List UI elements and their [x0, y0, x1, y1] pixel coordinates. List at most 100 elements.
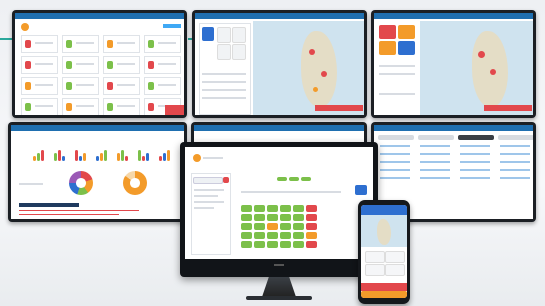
- logo-icon: [193, 154, 201, 162]
- dashboard-panel-summary-map: [371, 10, 536, 118]
- status-cell[interactable]: [241, 241, 252, 248]
- list-row: [202, 73, 246, 75]
- map-area[interactable]: [253, 21, 364, 115]
- list-row: [420, 153, 450, 155]
- monitor-icon: [180, 142, 378, 277]
- map-marker[interactable]: [478, 51, 485, 58]
- status-cell[interactable]: [241, 205, 252, 212]
- status-cell[interactable]: [267, 232, 278, 239]
- status-tile[interactable]: [232, 27, 246, 43]
- status-cell[interactable]: [267, 241, 278, 248]
- status-cell[interactable]: [241, 232, 252, 239]
- device-status-icon: [66, 82, 72, 90]
- map-area[interactable]: [420, 21, 533, 115]
- list-header[interactable]: [498, 135, 533, 140]
- status-tile[interactable]: [232, 44, 246, 60]
- status-cell[interactable]: [293, 241, 304, 248]
- list-row: [202, 97, 246, 99]
- status-tile[interactable]: [217, 27, 231, 43]
- bar-mark: [104, 150, 107, 161]
- dashboard-panel-device-grid: [12, 10, 187, 118]
- screen: [11, 125, 184, 219]
- status-tile[interactable]: [202, 27, 214, 41]
- status-cell[interactable]: [241, 223, 252, 230]
- status-tile[interactable]: [385, 251, 405, 263]
- map-marker[interactable]: [313, 87, 318, 92]
- status-cell[interactable]: [254, 205, 265, 212]
- list-header[interactable]: [458, 135, 494, 140]
- filter-chip[interactable]: [289, 177, 299, 181]
- status-cell[interactable]: [293, 205, 304, 212]
- bar-mark: [146, 153, 149, 161]
- bar-mark: [100, 153, 103, 161]
- list-row: [460, 177, 490, 179]
- device-label: [35, 42, 53, 44]
- status-cell[interactable]: [306, 232, 317, 239]
- status-tile[interactable]: [365, 251, 385, 263]
- status-tile[interactable]: [385, 264, 405, 276]
- screen: [15, 13, 184, 115]
- map-area[interactable]: [361, 215, 407, 247]
- status-tile[interactable]: [365, 264, 385, 276]
- filter-chip[interactable]: [277, 177, 287, 181]
- bar-mark: [75, 150, 78, 161]
- device-status-icon: [148, 40, 154, 48]
- status-cell[interactable]: [293, 223, 304, 230]
- summary-tile[interactable]: [398, 41, 415, 55]
- side-panel: [191, 173, 231, 255]
- map-marker[interactable]: [309, 49, 315, 55]
- status-cell[interactable]: [306, 214, 317, 221]
- list-header[interactable]: [418, 135, 454, 140]
- action-button[interactable]: [355, 185, 367, 195]
- device-label: [76, 63, 94, 65]
- status-cell[interactable]: [306, 241, 317, 248]
- status-cell[interactable]: [306, 223, 317, 230]
- status-cell[interactable]: [267, 205, 278, 212]
- status-cell[interactable]: [267, 214, 278, 221]
- device-label: [35, 105, 53, 107]
- alert-bar[interactable]: [361, 283, 407, 291]
- map-marker[interactable]: [321, 71, 327, 77]
- bar-mark: [163, 153, 166, 161]
- status-cell[interactable]: [267, 223, 278, 230]
- status-cell[interactable]: [280, 205, 291, 212]
- device-status-icon: [148, 61, 154, 69]
- device-status-icon: [107, 40, 113, 48]
- summary-tile[interactable]: [398, 25, 415, 39]
- status-tile[interactable]: [217, 44, 231, 60]
- status-cell[interactable]: [280, 214, 291, 221]
- status-cell[interactable]: [241, 214, 252, 221]
- bar-mark: [138, 150, 141, 161]
- status-cell[interactable]: [254, 214, 265, 221]
- status-cell[interactable]: [254, 223, 265, 230]
- map-marker[interactable]: [490, 69, 496, 75]
- device-status-icon: [107, 82, 113, 90]
- status-cell[interactable]: [280, 232, 291, 239]
- app-header: [194, 125, 364, 131]
- list-row: [500, 153, 530, 155]
- alert-bar[interactable]: [165, 105, 184, 115]
- header-button[interactable]: [163, 24, 181, 28]
- status-cell[interactable]: [280, 241, 291, 248]
- status-cell[interactable]: [293, 214, 304, 221]
- status-cell[interactable]: [293, 232, 304, 239]
- status-cell[interactable]: [306, 205, 317, 212]
- search-input[interactable]: [193, 177, 223, 184]
- list-header[interactable]: [378, 135, 414, 140]
- status-cell[interactable]: [254, 232, 265, 239]
- monitor-brand: [274, 264, 284, 266]
- summary-tile[interactable]: [379, 25, 396, 39]
- list-row: [500, 145, 530, 147]
- search-button[interactable]: [223, 177, 229, 183]
- summary-tile[interactable]: [379, 41, 396, 55]
- monitor-stand: [262, 277, 296, 297]
- filter-chip[interactable]: [301, 177, 311, 181]
- device-status-icon: [25, 61, 31, 69]
- status-cell[interactable]: [254, 241, 265, 248]
- alert-bar[interactable]: [315, 105, 363, 111]
- list-row: [460, 161, 490, 163]
- list-row: [194, 189, 224, 191]
- alert-bar[interactable]: [484, 105, 532, 111]
- status-cell[interactable]: [280, 223, 291, 230]
- app-header: [15, 13, 184, 19]
